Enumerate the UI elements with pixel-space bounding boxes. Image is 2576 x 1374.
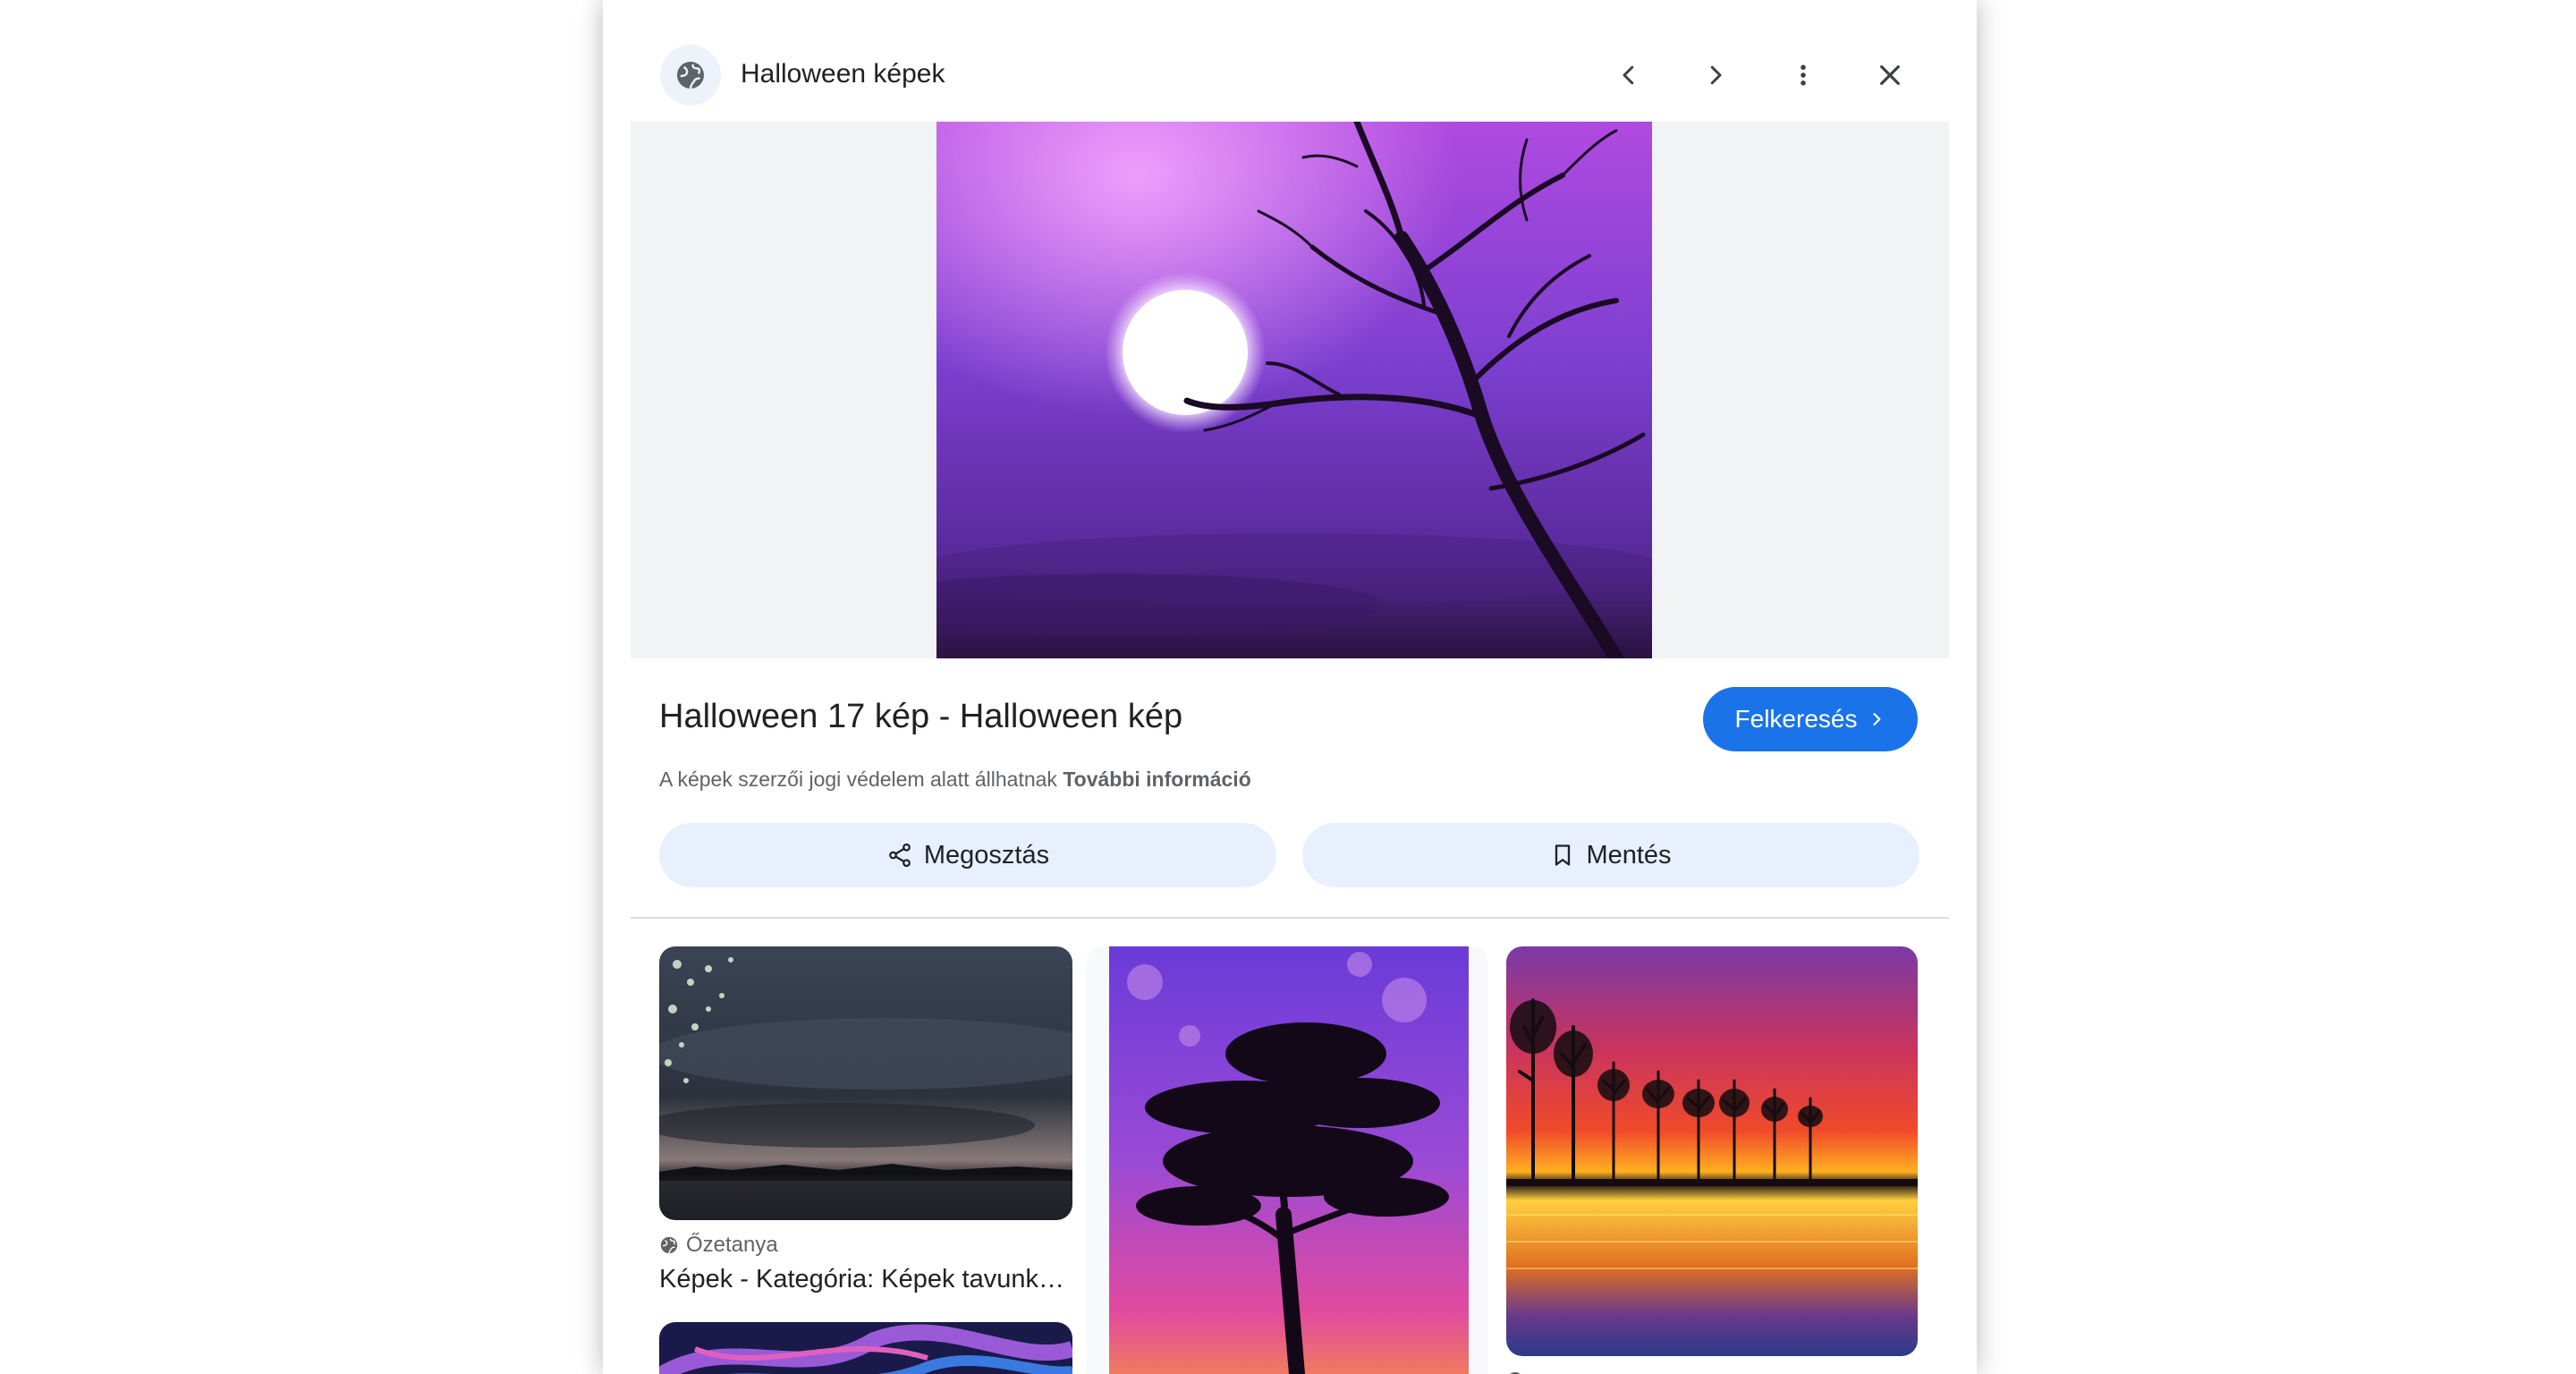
visit-button-label: Felkeresés — [1734, 705, 1858, 733]
chevron-right-icon — [1873, 713, 1881, 725]
copyright-notice: A képek szerzői jogi védelem alatt állha… — [659, 768, 1251, 792]
image-title: Halloween 17 kép - Halloween kép — [659, 698, 1183, 735]
more-vert-icon — [1801, 64, 1806, 86]
globe-icon — [660, 1236, 678, 1254]
save-button[interactable]: Mentés — [1302, 823, 1919, 887]
visit-button[interactable]: Felkeresés — [1703, 687, 1918, 751]
image-viewer-panel: Halloween képek Halloween 17 kép - Hallo… — [603, 0, 1977, 1374]
close-button[interactable] — [1865, 50, 1915, 100]
globe-icon[interactable] — [660, 45, 721, 106]
share-label: Megosztás — [923, 840, 1050, 869]
bookmark-icon — [1555, 844, 1571, 866]
next-button[interactable] — [1690, 50, 1741, 100]
related-image-3[interactable] — [1506, 946, 1918, 1356]
more-options-button[interactable] — [1778, 50, 1828, 100]
copyright-text: A képek szerzői jogi védelem alatt állha… — [659, 768, 1057, 791]
related-image-2[interactable] — [1109, 946, 1469, 1374]
preview-image[interactable] — [936, 122, 1652, 658]
chevron-left-icon — [1623, 65, 1634, 85]
image-preview-area — [631, 122, 1949, 658]
more-info-link[interactable]: További információ — [1063, 768, 1250, 791]
related-1-source-name: Őzetanya — [686, 1233, 778, 1257]
share-button[interactable]: Megosztás — [659, 823, 1276, 887]
related-image-4[interactable] — [659, 1322, 1072, 1374]
header-title: Halloween képek — [741, 59, 945, 89]
related-1-source[interactable]: Őzetanya — [659, 1233, 778, 1258]
related-image-1[interactable] — [659, 946, 1072, 1220]
share-icon — [889, 843, 911, 868]
divider — [631, 917, 1949, 919]
close-icon — [1880, 65, 1900, 85]
save-label: Mentés — [1586, 840, 1672, 869]
viewer-header: Halloween képek — [603, 0, 1977, 122]
related-1-title[interactable]: Képek - Kategória: Képek tavunk… — [659, 1265, 1071, 1294]
chevron-right-icon — [1710, 65, 1722, 85]
related-3-source[interactable] — [1506, 1367, 1524, 1374]
previous-button[interactable] — [1604, 50, 1654, 100]
